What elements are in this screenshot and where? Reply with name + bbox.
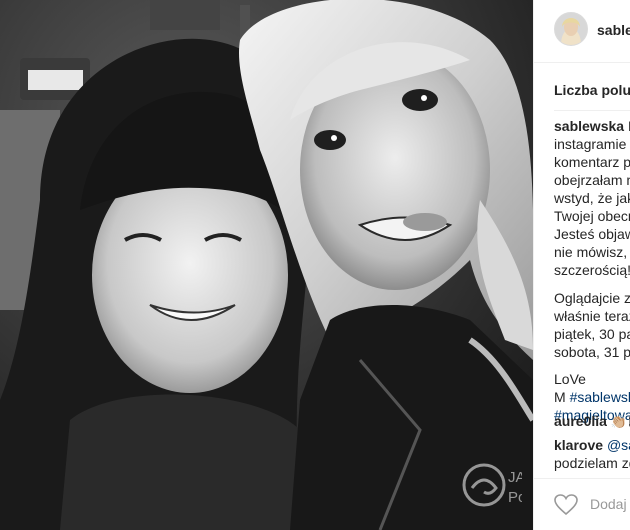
caption-line: LoVe — [554, 371, 586, 387]
add-comment-input[interactable]: Dodaj k — [590, 496, 630, 512]
caption-line: nie mówisz, T — [554, 244, 630, 260]
caption-line: instagramie @ — [554, 136, 630, 152]
comment-item: klarove @sab — [554, 436, 630, 454]
caption-line: właśnie teraz — [554, 308, 630, 324]
caption-line: piątek, 30 pa — [554, 326, 630, 342]
caption-line: komentarz po — [554, 154, 630, 170]
caption-line: Oglądajcie ze — [554, 290, 630, 306]
post-caption: sablewska Ki instagramie @ komentarz po … — [554, 117, 630, 424]
avatar-image — [555, 13, 587, 45]
caption-line: Jesteś objaw — [554, 226, 630, 242]
comment-text: 👏🏼🎞 — [610, 414, 630, 429]
comment-text-cont: podzielam zd — [554, 455, 630, 471]
likes-count[interactable]: Liczba polub — [554, 82, 630, 98]
post-sidebar: sablewska Liczba polub sablewska Ki inst… — [533, 0, 630, 530]
caption-author-link[interactable]: sablewska — [554, 118, 624, 134]
heart-outline-icon[interactable] — [554, 493, 578, 517]
comment-author-link[interactable]: klarove — [554, 437, 603, 453]
mention-link[interactable]: @sab — [607, 437, 630, 453]
watermark-logo: JA Po — [462, 460, 522, 510]
hashtag-link[interactable]: #sablewsk — [570, 389, 630, 405]
avatar[interactable] — [554, 12, 588, 46]
comment-item: aure0lia 👏🏼🎞 — [554, 412, 630, 431]
caption-line: szczerością! — [554, 262, 630, 278]
username-link[interactable]: sablewska — [597, 22, 630, 38]
caption-line: M — [554, 389, 570, 405]
caption-line: wstyd, że jak — [554, 190, 630, 206]
caption-line: Twojej obecn — [554, 208, 630, 224]
caption-line: sobota, 31 pa — [554, 344, 630, 360]
post-header: sablewska — [534, 0, 630, 63]
watermark-logo-icon: JA Po — [462, 463, 522, 507]
post-photo[interactable]: JA Po — [0, 0, 533, 530]
watermark-text-1: JA — [508, 469, 522, 486]
caption-line: obejrzałam m — [554, 172, 630, 188]
post-footer: Dodaj k — [534, 478, 630, 530]
comment-author-link[interactable]: aure0lia — [554, 413, 607, 429]
post-photo-image — [0, 0, 533, 530]
divider — [554, 110, 630, 111]
watermark-text-2: Po — [508, 489, 522, 506]
